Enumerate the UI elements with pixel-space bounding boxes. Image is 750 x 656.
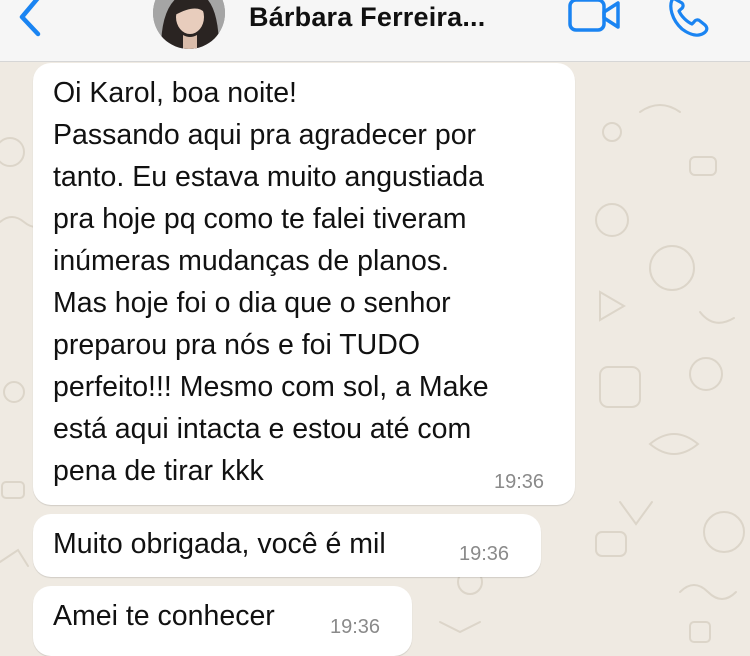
video-call-icon[interactable]: [567, 0, 621, 36]
avatar-photo: [153, 0, 225, 49]
contact-name[interactable]: Bárbara Ferreira...: [249, 2, 485, 33]
message-bubble[interactable]: Oi Karol, boa noite! Passando aqui pra a…: [33, 63, 575, 505]
message-timestamp: 19:36: [494, 471, 545, 493]
avatar[interactable]: [153, 0, 225, 49]
message-timestamp: 19:36: [330, 616, 381, 638]
voice-call-icon[interactable]: [666, 0, 712, 38]
message-text: Amei te conhecer: [53, 600, 275, 632]
message-text: Muito obrigada, você é mil: [53, 528, 386, 560]
back-chevron-icon[interactable]: [14, 0, 46, 40]
message-timestamp: 19:36: [459, 543, 510, 565]
message-text: Oi Karol, boa noite! Passando aqui pra a…: [53, 77, 489, 487]
chat-header: Bárbara Ferreira...: [0, 0, 750, 62]
message-bubble[interactable]: Amei te conhecer 19:36: [33, 586, 412, 656]
message-bubble[interactable]: Muito obrigada, você é mil 19:36: [33, 514, 541, 577]
